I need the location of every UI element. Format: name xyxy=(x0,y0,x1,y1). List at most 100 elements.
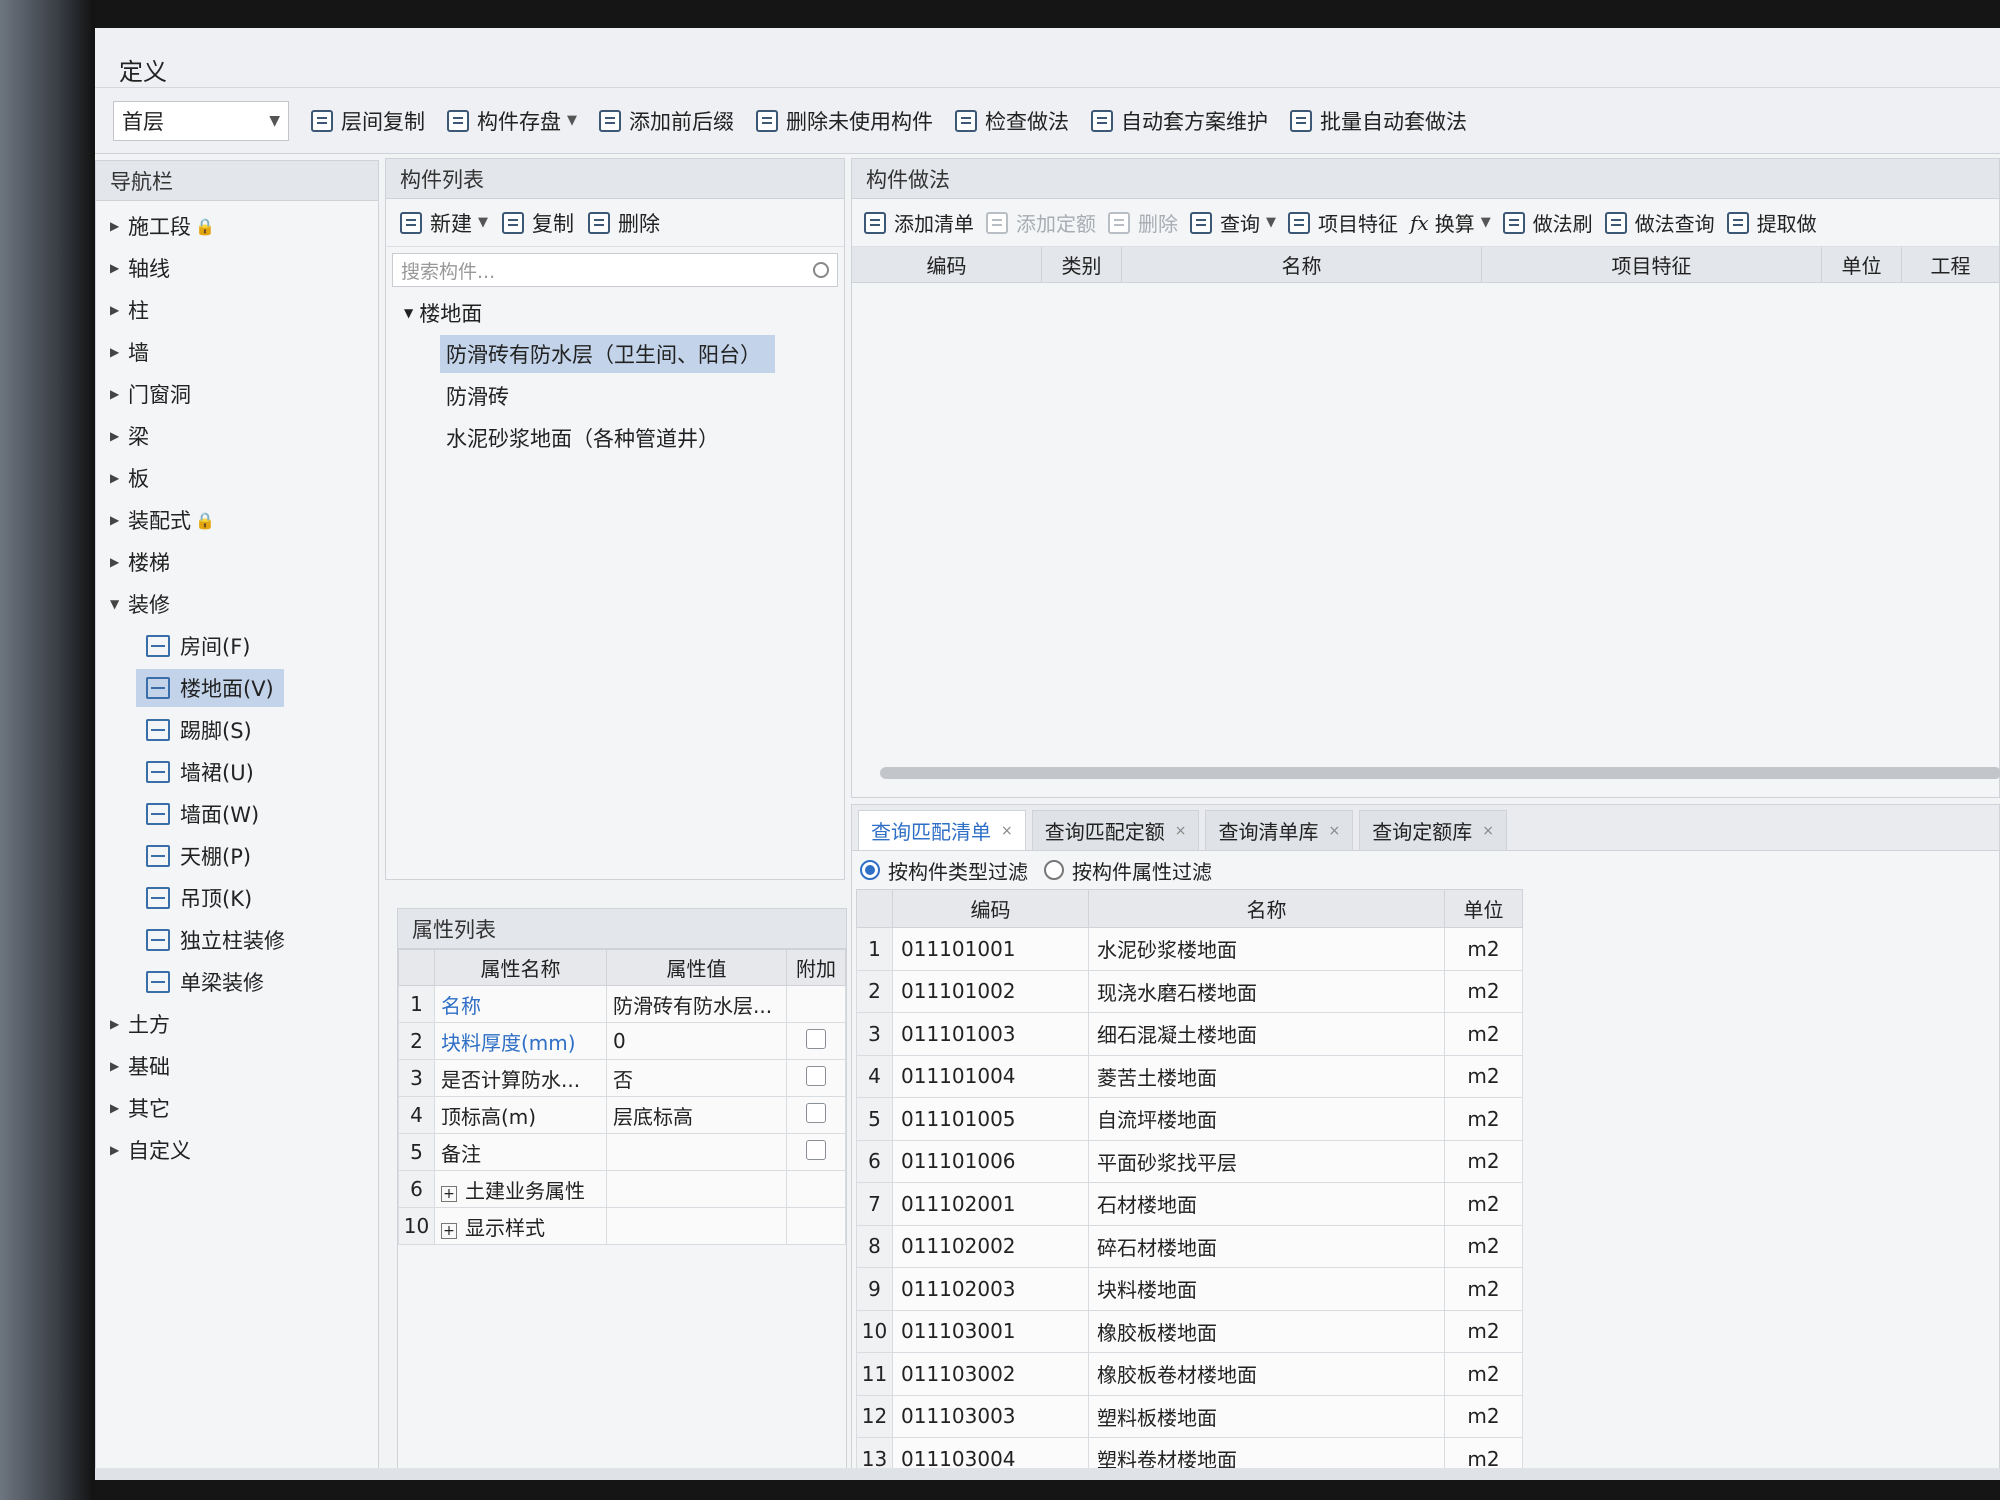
batch-auto-button[interactable]: 批量自动套做法 xyxy=(1290,106,1467,136)
table-row[interactable]: 7 011102001 石材楼地面 m2 xyxy=(856,1182,1523,1226)
nav-item-axis[interactable]: ▶ 轴线 xyxy=(96,247,378,289)
row-number: 11 xyxy=(856,1352,893,1396)
nav-child-dado[interactable]: 墙裙(U) xyxy=(96,751,378,793)
save-component-button[interactable]: 构件存盘 ▼ xyxy=(447,106,577,136)
copy-component-button[interactable]: 复制 xyxy=(502,208,574,238)
table-row[interactable]: 4 顶标高(m) 层底标高 xyxy=(398,1096,846,1134)
nav-item-slab[interactable]: ▶ 板 xyxy=(96,457,378,499)
delete-unused-label: 删除未使用构件 xyxy=(786,109,933,134)
table-row[interactable]: 11 011103002 橡胶板卷材楼地面 m2 xyxy=(856,1352,1523,1396)
nav-item-label: 其它 xyxy=(128,1097,170,1121)
table-row[interactable]: 10 + 显示样式 xyxy=(398,1207,846,1245)
filter-by-type-radio[interactable]: 按构件类型过滤 xyxy=(860,856,1028,885)
tab-match-quota[interactable]: 查询匹配定额 × xyxy=(1031,810,1200,850)
table-row[interactable]: 9 011102003 块料楼地面 m2 xyxy=(856,1267,1523,1311)
close-icon[interactable]: × xyxy=(1001,823,1013,839)
add-quota-button[interactable]: 添加定额 xyxy=(986,208,1096,237)
add-prefix-suffix-button[interactable]: 添加前后缀 xyxy=(599,106,734,136)
property-value[interactable] xyxy=(606,1133,787,1171)
row-number: 1 xyxy=(856,927,893,971)
extract-method-button[interactable]: 提取做 xyxy=(1726,208,1817,237)
nav-item-wall[interactable]: ▶ 墙 xyxy=(96,331,378,373)
table-row[interactable]: 1 011101001 水泥砂浆楼地面 m2 xyxy=(856,927,1523,971)
add-bill-button[interactable]: 添加清单 xyxy=(864,208,974,237)
tree-item[interactable]: 防滑砖 xyxy=(386,375,844,417)
tree-root-floor-surface[interactable]: ▼ 楼地面 xyxy=(386,293,844,333)
nav-item-beam[interactable]: ▶ 梁 xyxy=(96,415,378,457)
component-search-input[interactable]: 搜索构件... xyxy=(392,253,838,287)
project-feature-button[interactable]: 项目特征 xyxy=(1288,208,1398,237)
tab-match-bill[interactable]: 查询匹配清单 × xyxy=(858,810,1026,850)
nav-child-skirting[interactable]: 踢脚(S) xyxy=(96,709,378,751)
nav-item-custom[interactable]: ▶ 自定义 xyxy=(96,1129,378,1171)
table-row[interactable]: 2 块料厚度(mm) 0 xyxy=(398,1022,846,1060)
nav-child-room[interactable]: 房间(F) xyxy=(96,625,378,667)
extra-checkbox[interactable] xyxy=(806,1139,826,1160)
nav-item-foundation[interactable]: ▶ 基础 xyxy=(96,1045,378,1087)
table-row[interactable]: 4 011101004 菱苦土楼地面 m2 xyxy=(856,1054,1523,1098)
nav-item-earthwork[interactable]: ▶ 土方 xyxy=(96,1003,378,1045)
table-row[interactable]: 6 + 土建业务属性 xyxy=(398,1170,846,1208)
nav-child-column-decoration[interactable]: 独立柱装修 xyxy=(96,919,378,961)
nav-item-decoration[interactable]: ▼ 装修 xyxy=(96,583,378,625)
method-query-button[interactable]: 做法查询 xyxy=(1604,208,1715,237)
bill-unit: m2 xyxy=(1444,1267,1523,1311)
table-row[interactable]: 5 011101005 自流坪楼地面 m2 xyxy=(856,1097,1523,1141)
property-value[interactable]: 防滑砖有防水层... xyxy=(606,985,787,1023)
property-value[interactable]: 0 xyxy=(606,1022,787,1060)
table-row[interactable]: 5 备注 xyxy=(398,1133,846,1171)
nav-child-floor-surface[interactable]: 楼地面(V) xyxy=(96,667,378,709)
query-button[interactable]: 查询 ▼ xyxy=(1190,208,1276,237)
table-row[interactable]: 2 011101002 现浇水磨石楼地面 m2 xyxy=(856,969,1523,1013)
expand-icon[interactable]: + xyxy=(441,1185,457,1202)
expand-icon[interactable]: + xyxy=(441,1222,457,1239)
new-component-button[interactable]: 新建 ▼ xyxy=(400,208,488,238)
nav-item-door-window[interactable]: ▶ 门窗洞 xyxy=(96,373,378,415)
filter-by-attribute-radio[interactable]: 按构件属性过滤 xyxy=(1044,856,1212,885)
auto-scheme-button[interactable]: 自动套方案维护 xyxy=(1091,106,1268,136)
delete-method-button[interactable]: 删除 xyxy=(1108,208,1178,237)
close-icon[interactable]: × xyxy=(1175,823,1187,839)
copy-between-floors-button[interactable]: 层间复制 xyxy=(311,106,425,136)
table-row[interactable]: 6 011101006 平面砂浆找平层 m2 xyxy=(856,1139,1523,1183)
search-icon[interactable] xyxy=(813,262,829,278)
tab-quota-library[interactable]: 查询定额库 × xyxy=(1359,810,1507,850)
extra-checkbox[interactable] xyxy=(806,1065,826,1086)
tab-bill-library[interactable]: 查询清单库 × xyxy=(1205,810,1354,850)
bill-name: 石材楼地面 xyxy=(1088,1182,1445,1226)
monitor-bezel-left xyxy=(0,0,95,1500)
tree-item[interactable]: 水泥砂浆地面（各种管道井） xyxy=(386,417,844,459)
convert-button[interactable]: fx 换算 ▼ xyxy=(1410,208,1491,237)
close-icon[interactable]: × xyxy=(1328,823,1340,839)
extra-checkbox[interactable] xyxy=(806,1102,826,1123)
method-brush-button[interactable]: 做法刷 xyxy=(1502,208,1593,237)
table-row[interactable]: 3 011101003 细石混凝土楼地面 m2 xyxy=(856,1012,1523,1056)
nav-child-wall-surface[interactable]: 墙面(W) xyxy=(96,793,378,835)
nav-item-column[interactable]: ▶ 柱 xyxy=(96,289,378,331)
table-row[interactable]: 3 是否计算防水... 否 xyxy=(398,1059,846,1097)
row-number: 1 xyxy=(398,985,435,1023)
nav-item-stairs[interactable]: ▶ 楼梯 xyxy=(96,541,378,583)
column-header: 附加 xyxy=(786,949,846,986)
check-method-button[interactable]: 检查做法 xyxy=(955,106,1069,136)
table-row[interactable]: 10 011103001 橡胶板楼地面 m2 xyxy=(856,1309,1523,1353)
property-value[interactable]: 层底标高 xyxy=(606,1096,787,1134)
nav-child-beam-decoration[interactable]: 单梁装修 xyxy=(96,961,378,1003)
table-row[interactable]: 12 011103003 塑料板楼地面 m2 xyxy=(856,1394,1523,1438)
close-icon[interactable]: × xyxy=(1482,823,1494,839)
horizontal-scrollbar[interactable] xyxy=(880,767,2000,779)
extra-checkbox[interactable] xyxy=(806,1028,826,1049)
nav-item-other[interactable]: ▶ 其它 xyxy=(96,1087,378,1129)
property-value[interactable]: 否 xyxy=(606,1059,787,1097)
table-row[interactable]: 1 名称 防滑砖有防水层... xyxy=(398,985,846,1023)
delete-component-button[interactable]: 删除 xyxy=(588,208,660,238)
nav-item-prefab[interactable]: ▶ 装配式 🔒 xyxy=(96,499,378,541)
nav-child-ceiling[interactable]: 天棚(P) xyxy=(96,835,378,877)
nav-item-construction-section[interactable]: ▶ 施工段 🔒 xyxy=(96,205,378,247)
tree-item-label: 防滑砖 xyxy=(446,385,509,409)
tree-item[interactable]: 防滑砖有防水层（卫生间、阳台） xyxy=(386,333,844,375)
delete-unused-button[interactable]: 删除未使用构件 xyxy=(756,106,933,136)
floor-select[interactable]: 首层 ▼ xyxy=(113,100,289,141)
nav-child-suspended-ceiling[interactable]: 吊顶(K) xyxy=(96,877,378,919)
table-row[interactable]: 8 011102002 碎石材楼地面 m2 xyxy=(856,1224,1523,1268)
